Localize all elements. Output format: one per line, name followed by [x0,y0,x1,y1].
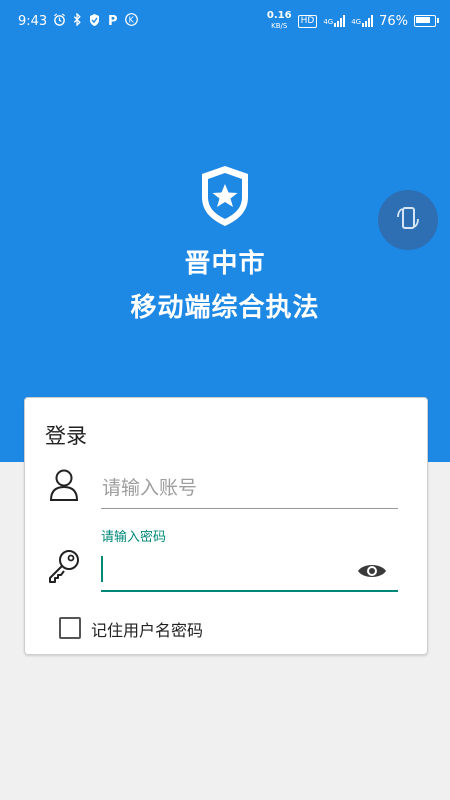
remember-label[interactable]: 记住用户名密码 [91,617,203,641]
network-2: 4G [351,15,374,27]
net-speed: 0.16 KB/S [267,11,292,31]
k-app-icon: K [125,13,139,30]
status-bar: 9:43 P K 0.16 KB/S HD 4G 4G 76% [0,0,450,44]
network-2-label: 4G [351,18,362,26]
signal-icon [334,15,346,27]
password-floating-label: 请输入密码 [101,530,167,545]
remember-checkbox[interactable] [59,617,81,639]
status-right: 0.16 KB/S HD 4G 4G 76% [267,11,439,31]
eye-icon[interactable] [357,561,387,585]
battery-icon [414,15,439,27]
hero-banner: 9:43 P K 0.16 KB/S HD 4G 4G 76% 晋中市 移动端综… [0,0,450,462]
hd-badge: HD [297,14,318,28]
svg-text:P: P [108,14,118,26]
phone-rotate-icon [393,203,423,237]
alarm-icon [53,13,66,30]
battery-text: 76% [379,13,408,29]
network-1-label: 4G [323,18,334,26]
police-badge-icon [198,164,252,232]
status-time: 9:43 [18,14,48,29]
app-title-city: 晋中市 [184,249,266,279]
login-card: 登录 请输入密码 记住用户名密码 [24,397,428,655]
shield-check-icon [89,13,100,30]
signal-icon [362,15,374,27]
user-icon [49,468,79,506]
app-title-subtitle: 移动端综合执法 [130,293,320,323]
account-input[interactable] [101,468,398,509]
password-input[interactable] [101,550,398,592]
net-speed-value: 0.16 [266,10,292,21]
text-caret [101,556,103,582]
login-heading: 登录 [45,424,87,448]
screen-rotate-button[interactable] [378,190,438,250]
status-left: 9:43 P K [18,12,139,30]
svg-text:K: K [129,16,135,25]
key-icon [47,548,81,588]
bluetooth-icon [72,12,83,30]
net-speed-unit: KB/S [271,22,288,30]
network-1: 4G [323,15,346,27]
p-app-icon: P [106,13,119,30]
